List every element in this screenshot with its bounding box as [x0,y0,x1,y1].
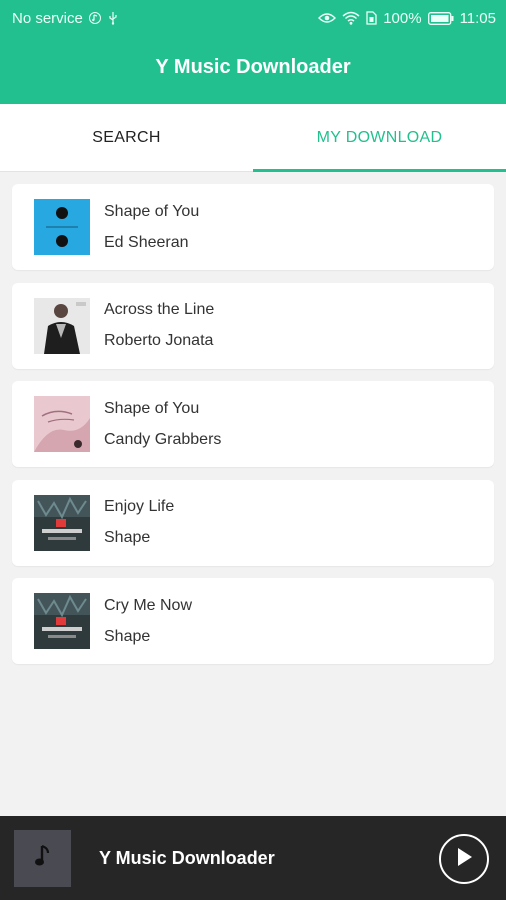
battery-icon [427,11,454,25]
song-artist: Shape [104,627,151,645]
song-artist: Ed Sheeran [104,233,189,251]
pink-album-art [34,396,90,452]
list-item[interactable]: Cry Me Now Shape [12,578,494,664]
list-item[interactable]: Shape of You Candy Grabbers [12,381,494,467]
song-title: Across the Line [104,301,215,318]
music-note-icon [34,844,52,873]
dark-album-art [34,593,90,649]
carrier-text: No service [12,9,83,27]
app-bar: No service 100% 11:05 Y Music Downloader [0,0,506,104]
song-title: Shape of You [104,399,200,417]
play-icon [454,846,474,873]
eye-icon [318,12,337,24]
tab-search-label: SEARCH [92,128,161,146]
list-item[interactable]: Across the Line Roberto Jonata [12,282,494,369]
battery-percent: 100% [383,9,422,27]
tab-my-download-label: MY DOWNLOAD [316,128,443,146]
mini-player: Y Music Downloader [0,816,506,900]
wifi-icon [342,11,360,25]
song-title: Cry Me Now [104,596,193,614]
status-bar: No service 100% 11:05 [0,0,506,36]
app-title: Y Music Downloader [155,56,351,78]
divide-album-art [34,199,90,255]
song-artist: Candy Grabbers [104,430,222,448]
list-item[interactable]: Shape of You Ed Sheeran [12,184,494,270]
dark-album-art [34,494,90,551]
player-title: Y Music Downloader [99,847,275,868]
tab-bar: SEARCH MY DOWNLOAD [0,104,506,172]
song-title: Shape of You [104,202,200,220]
portrait-album-art [34,297,90,354]
tab-search[interactable]: SEARCH [0,104,253,171]
song-artist: Shape [104,529,151,546]
tab-my-download[interactable]: MY DOWNLOAD [253,104,506,172]
download-list: Shape of You Ed Sheeran Across the Line … [12,184,494,677]
song-title: Enjoy Life [104,498,175,515]
player-album-art[interactable] [14,829,71,887]
play-button[interactable] [439,834,489,884]
clock: 11:05 [459,9,496,27]
song-artist: Roberto Jonata [104,332,214,349]
sim-icon [366,11,377,25]
list-item[interactable]: Enjoy Life Shape [12,479,494,566]
music-note-icon [88,12,101,24]
usb-icon [107,11,119,25]
